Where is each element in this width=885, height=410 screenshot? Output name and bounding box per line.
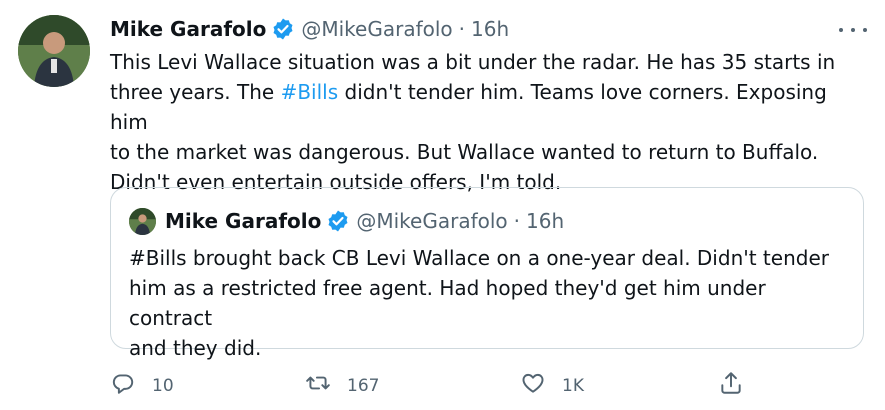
tweet-header: Mike Garafolo @MikeGarafolo · 16h [110,14,509,44]
quoted-tweet-text: #Bills brought back CB Levi Wallace on a… [129,246,829,360]
quoted-tweet[interactable]: Mike Garafolo @MikeGarafolo · 16h #Bills… [110,187,864,360]
tweet-timestamp[interactable]: 16h [471,17,509,41]
like-icon [520,370,546,401]
retweet-button[interactable]: 167 [305,370,379,401]
quoted-tweet-header: Mike Garafolo @MikeGarafolo · 16h [165,206,564,236]
quoted-separator-dot: · [513,209,521,233]
separator-dot: · [458,17,466,41]
quoted-timestamp: 16h [526,209,565,233]
retweet-icon [305,370,331,401]
like-button[interactable]: 1K [520,370,584,401]
quoted-author-avatar [129,208,156,235]
tweet-text: This Levi Wallace situation was a bit un… [110,47,870,197]
tweet-actions: 10 167 1K [110,370,870,400]
like-count: 1K [562,375,584,396]
verified-badge-icon [271,17,295,41]
quoted-author-name: Mike Garafolo [165,209,322,233]
retweet-count: 167 [347,375,380,396]
reply-count: 10 [152,375,174,396]
share-button[interactable] [718,370,744,401]
quoted-verified-badge-icon [326,209,350,233]
share-icon [718,370,744,401]
author-handle[interactable]: @MikeGarafolo [301,17,452,41]
quoted-author-handle: @MikeGarafolo [356,209,508,233]
reply-button[interactable]: 10 [110,370,174,401]
hashtag-link[interactable]: #Bills [281,80,339,104]
more-icon[interactable] [839,20,867,40]
author-name[interactable]: Mike Garafolo [110,17,266,41]
author-avatar[interactable] [18,15,90,87]
reply-icon [110,370,136,401]
